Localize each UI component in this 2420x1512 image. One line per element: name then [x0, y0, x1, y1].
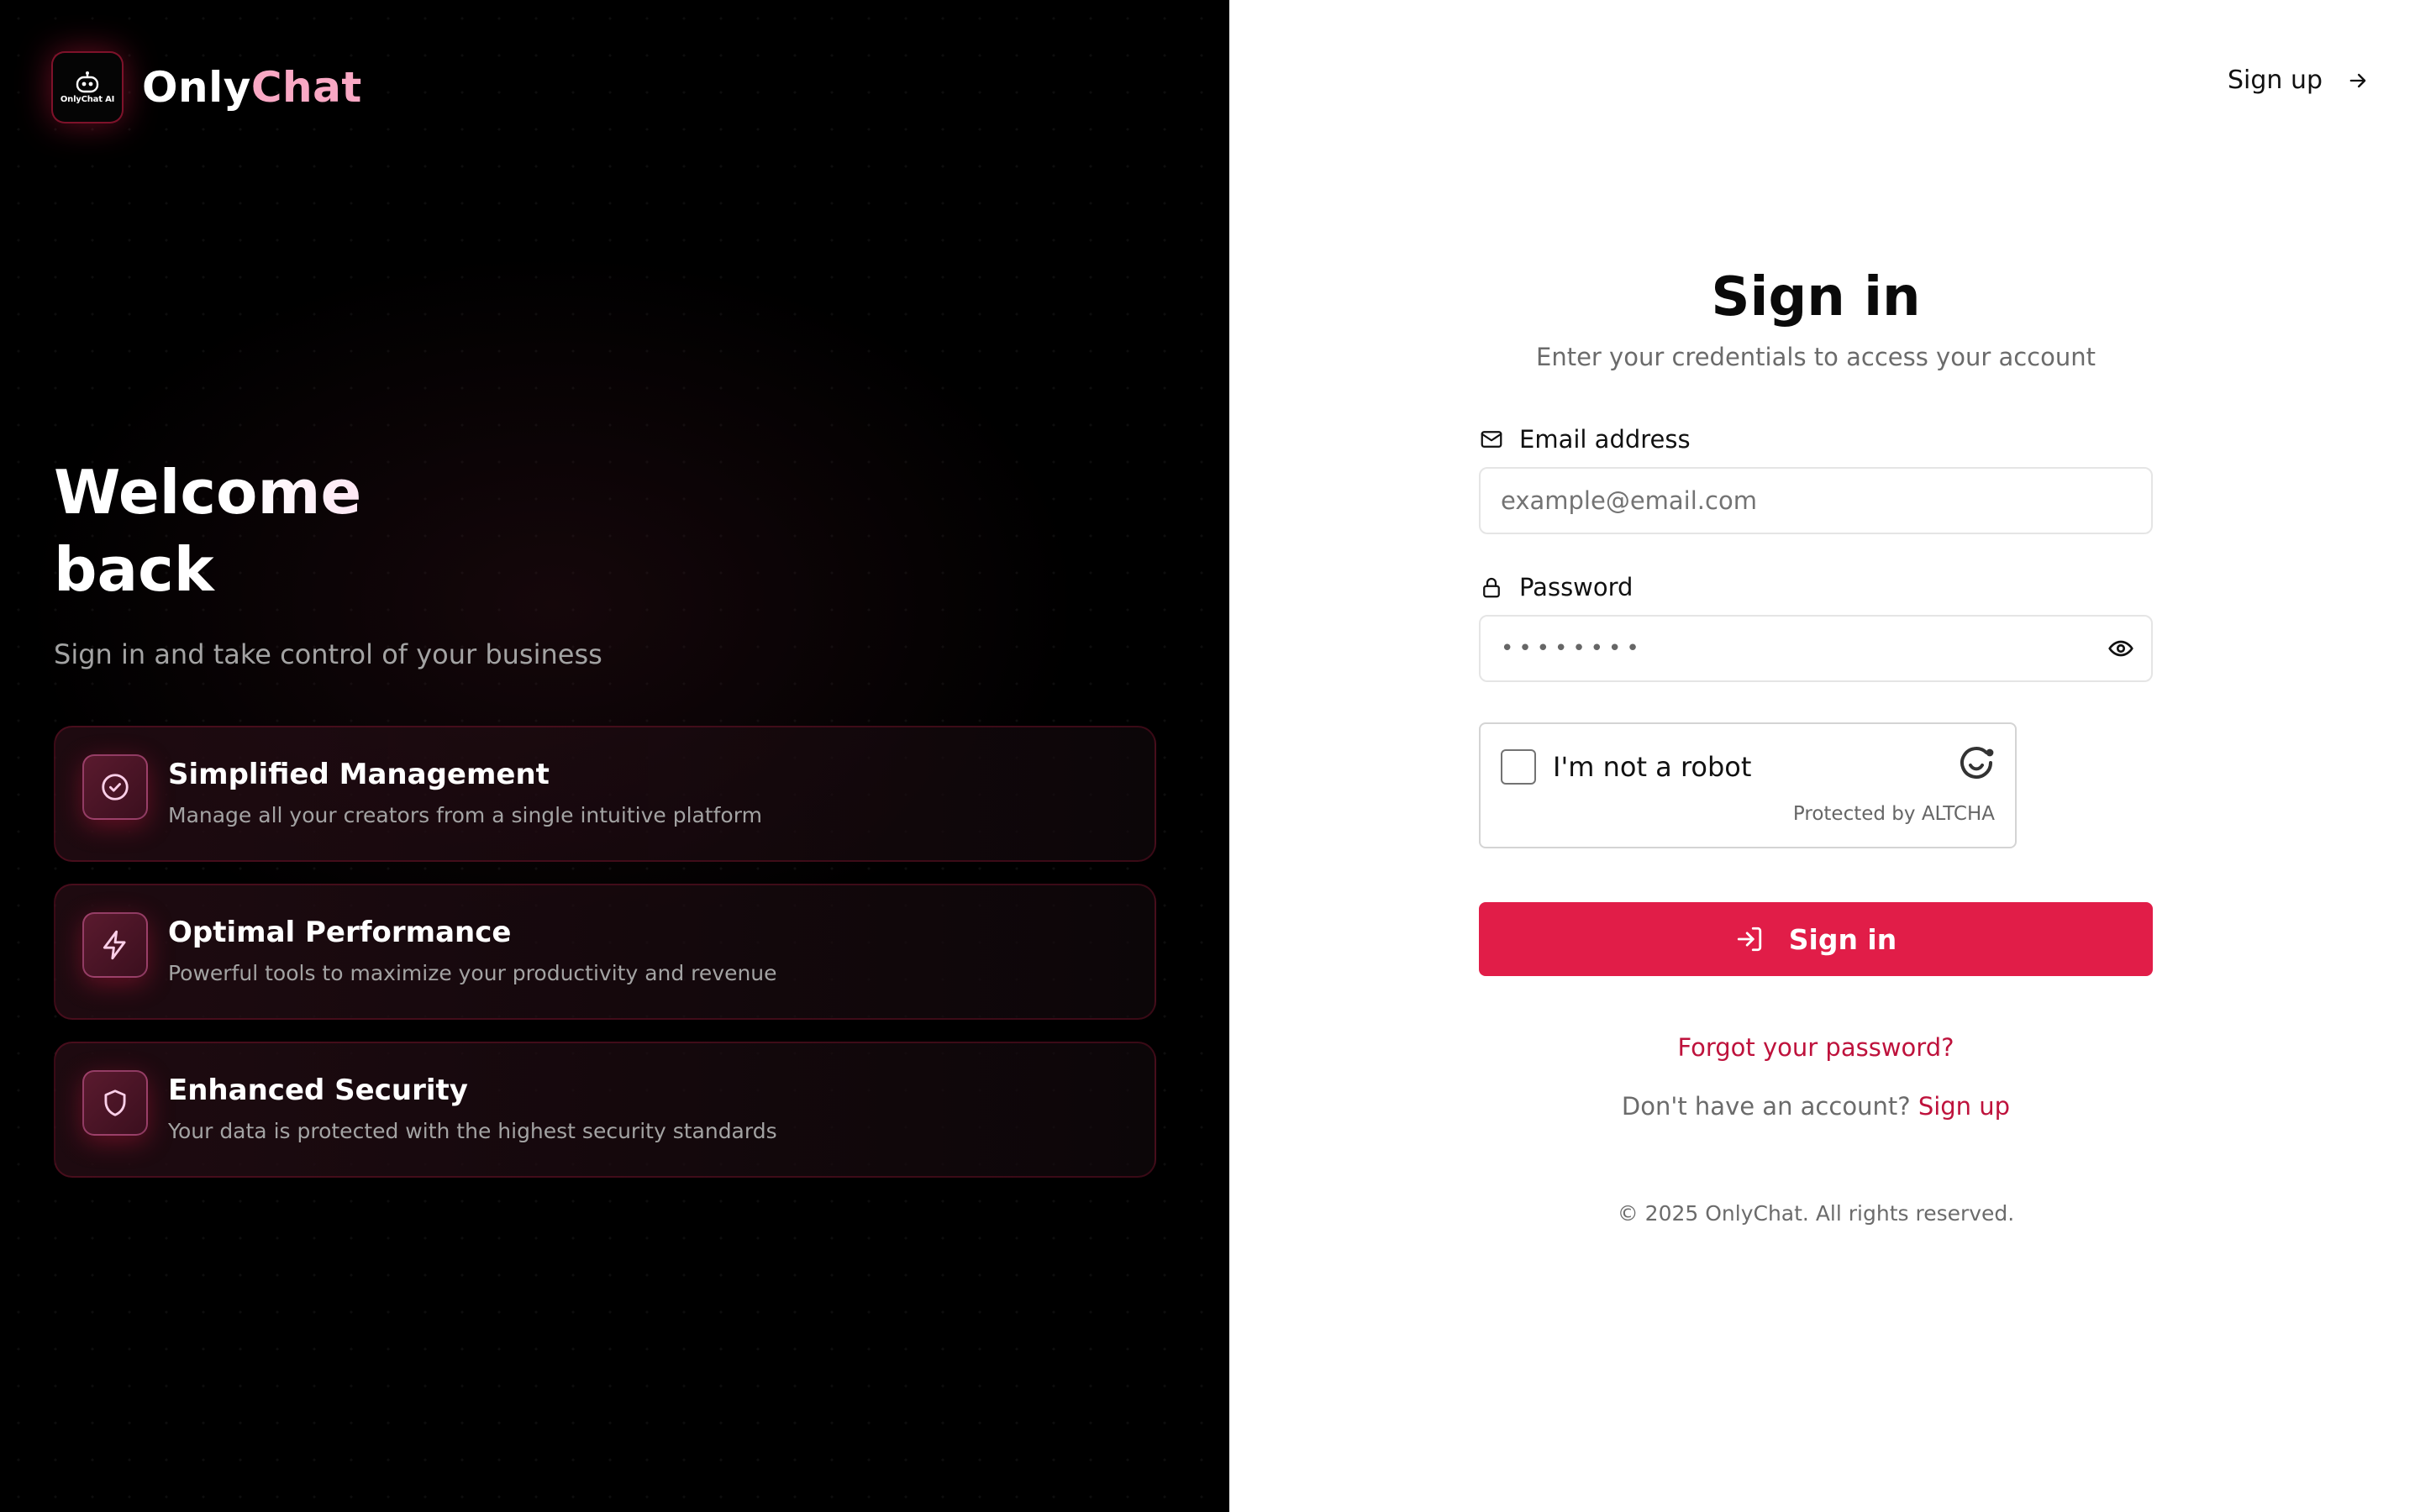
- feature-icon-box: [82, 754, 148, 820]
- feature-title: Simplified Management: [168, 758, 550, 791]
- brand-logo-text: OnlyChat AI: [60, 94, 115, 104]
- signin-button-label: Sign in: [1788, 922, 1897, 956]
- feature-text: Optimal Performance Powerful tools to ma…: [168, 912, 777, 985]
- hero-title: Welcome back: [54, 454, 474, 608]
- hero: Welcome back Sign in and take control of …: [54, 454, 602, 670]
- arrow-right-icon: [2346, 69, 2370, 92]
- check-circle-icon: [102, 774, 129, 801]
- feature-title: Enhanced Security: [168, 1074, 468, 1107]
- feature-description: Your data is protected with the highest …: [168, 1119, 777, 1143]
- brand-name-part1: Only: [142, 63, 251, 112]
- email-placeholder: example@email.com: [1501, 486, 1757, 515]
- signup-link[interactable]: Sign up: [1918, 1092, 2010, 1121]
- feature-text: Simplified Management Manage all your cr…: [168, 754, 762, 827]
- captcha-protected-text: Protected by ALTCHA: [1792, 803, 1995, 825]
- feature-description: Manage all your creators from a single i…: [168, 803, 762, 827]
- features-list: Simplified Management Manage all your cr…: [54, 726, 1156, 1200]
- hero-subtitle: Sign in and take control of your busines…: [54, 638, 602, 670]
- email-field[interactable]: example@email.com: [1479, 467, 2153, 534]
- password-value: ••••••••: [1501, 636, 1644, 661]
- feature-card: Optimal Performance Powerful tools to ma…: [54, 884, 1156, 1020]
- form-title: Sign in: [1711, 266, 1921, 328]
- hero-title-line2: back: [54, 534, 214, 605]
- lightning-icon: [103, 930, 126, 960]
- password-label: Password: [1479, 573, 2153, 601]
- feature-icon-box: [82, 1070, 148, 1136]
- login-icon: [1735, 925, 1764, 953]
- feature-title: Optimal Performance: [168, 916, 512, 949]
- brand-name-part2: Chat: [250, 63, 362, 112]
- shield-icon: [104, 1089, 126, 1116]
- no-account-row: Don't have an account? Sign up: [1479, 1092, 2153, 1121]
- brand-name: OnlyChat: [142, 63, 362, 112]
- right-panel: Sign up Sign in Enter your credentials t…: [1229, 0, 2420, 1512]
- mail-icon: [1479, 427, 1506, 452]
- altcha-logo-icon: [1956, 743, 1996, 786]
- header-signup-link[interactable]: Sign up: [2228, 66, 2370, 95]
- robot-icon: [76, 71, 99, 92]
- feature-icon-box: [82, 912, 148, 978]
- copyright-text: © 2025 OnlyChat. All rights reserved.: [1617, 1201, 2015, 1226]
- brand-logo: OnlyChat AI: [51, 51, 124, 123]
- password-field[interactable]: ••••••••: [1479, 615, 2153, 682]
- brand[interactable]: OnlyChat AI OnlyChat: [51, 51, 362, 123]
- feature-text: Enhanced Security Your data is protected…: [168, 1070, 777, 1143]
- lock-icon: [1479, 575, 1506, 600]
- feature-description: Powerful tools to maximize your producti…: [168, 961, 777, 985]
- signin-form: Sign in Enter your credentials to access…: [1479, 262, 2153, 1226]
- form-subtitle: Enter your credentials to access your ac…: [1536, 343, 2096, 371]
- no-account-text: Don't have an account?: [1621, 1092, 1911, 1121]
- left-panel: OnlyChat AI OnlyChat Welcome back Sign in…: [0, 0, 1229, 1512]
- password-label-text: Password: [1519, 573, 1634, 601]
- email-label: Email address: [1479, 425, 2153, 454]
- captcha-widget: I'm not a robot Protected by ALTCHA: [1479, 722, 2017, 848]
- captcha-label: I'm not a robot: [1553, 751, 1752, 783]
- signin-button[interactable]: Sign in: [1479, 902, 2153, 976]
- captcha-checkbox[interactable]: [1501, 749, 1536, 785]
- forgot-password-link[interactable]: Forgot your password?: [1479, 1033, 2153, 1062]
- eye-icon[interactable]: [2107, 635, 2134, 662]
- hero-title-line1: Welcome: [54, 457, 362, 528]
- feature-card: Simplified Management Manage all your cr…: [54, 726, 1156, 862]
- header-signup-label: Sign up: [2227, 66, 2323, 95]
- feature-card: Enhanced Security Your data is protected…: [54, 1042, 1156, 1178]
- email-label-text: Email address: [1519, 425, 1691, 454]
